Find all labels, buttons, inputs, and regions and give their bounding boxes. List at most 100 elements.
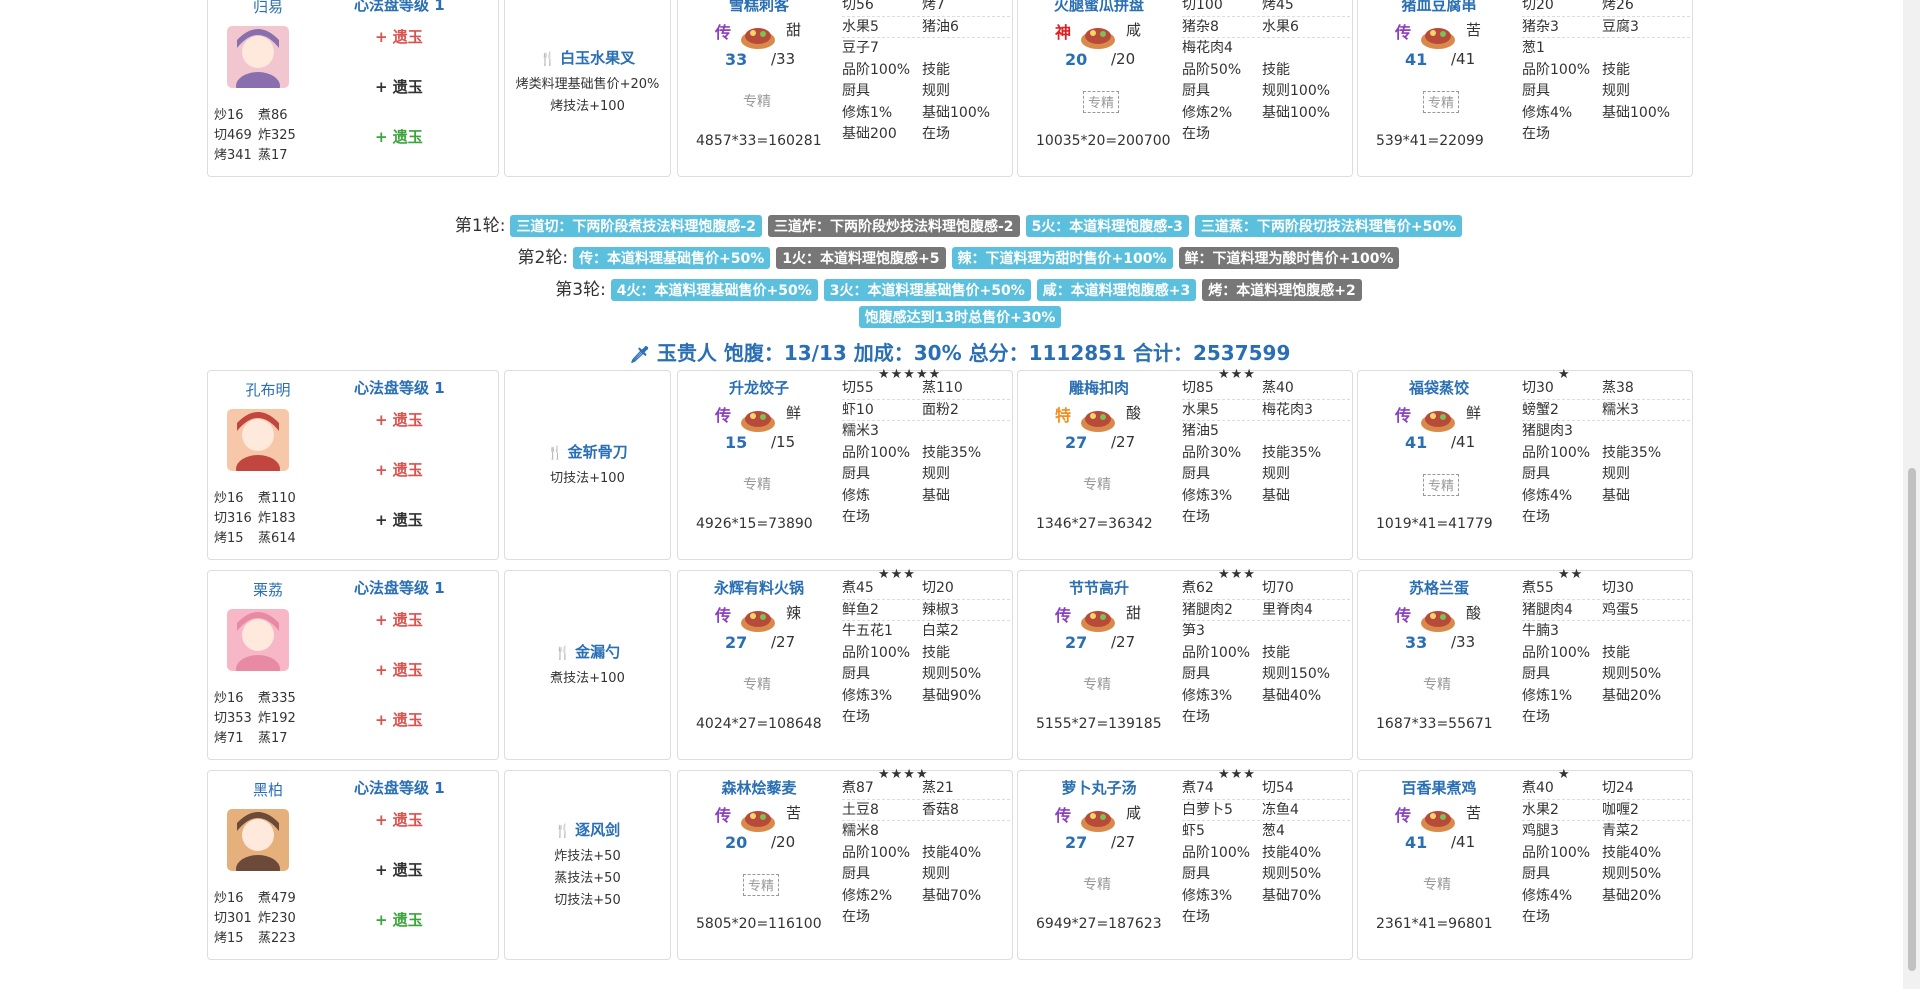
specialty-label[interactable]: 专精 [743, 474, 771, 494]
dish-quantity[interactable]: 41 [1405, 50, 1427, 69]
detail-cell: 厨具 [1522, 83, 1550, 99]
chef-name[interactable]: 栗荔 [242, 579, 294, 600]
chef-avatar [227, 809, 289, 871]
dish-image[interactable] [1079, 799, 1117, 835]
specialty-slot[interactable]: 专精 [1423, 91, 1459, 113]
chef-name[interactable]: 归易 [242, 0, 294, 17]
detail-cell [1262, 421, 1342, 443]
dish-quantity[interactable]: 41 [1405, 433, 1427, 452]
amber-slot[interactable]: + 遗玉 [375, 859, 423, 880]
heart-disk-level[interactable]: 心法盘等级 1 [354, 777, 445, 798]
detail-cell: 煮55 [1522, 580, 1554, 596]
dish-quantity[interactable]: 33 [725, 50, 747, 69]
specialty-label[interactable]: 专精 [1083, 874, 1111, 894]
dish-image[interactable] [1419, 799, 1457, 835]
equip-card[interactable]: 🍴 白玉水果叉 烤类料理基础售价+20% 烤技法+100 [504, 0, 671, 177]
amber-slot[interactable]: + 遗玉 [375, 709, 423, 730]
dish-image[interactable] [1419, 16, 1457, 52]
dish-name[interactable]: 猪血豆腐串 [1358, 0, 1520, 15]
dish-image[interactable] [1079, 16, 1117, 52]
dish-name[interactable]: 森林烩藜麦 [678, 777, 840, 798]
dish-name[interactable]: 雕梅扣肉 [1018, 377, 1180, 398]
dish-image[interactable] [1079, 399, 1117, 435]
specialty-label[interactable]: 专精 [1083, 674, 1111, 694]
amber-slot[interactable]: + 遗玉 [375, 609, 423, 630]
scrollbar[interactable] [1903, 0, 1920, 989]
amber-slot[interactable]: + 遗玉 [375, 76, 423, 97]
detail-row: 厨具 规则100% [1182, 81, 1350, 103]
dish-price-formula: 2361*41=96801 [1376, 916, 1493, 932]
heart-disk-level[interactable]: 心法盘等级 1 [354, 377, 445, 398]
detail-row: 品阶50% 技能 [1182, 60, 1350, 82]
dish-price-formula: 1019*41=41779 [1376, 516, 1493, 532]
specialty-label[interactable]: 专精 [743, 91, 771, 111]
dish-quantity[interactable]: 27 [725, 633, 747, 652]
detail-cell [922, 907, 1002, 929]
amber-slot[interactable]: + 遗玉 [375, 909, 423, 930]
specialty-label[interactable]: 专精 [743, 674, 771, 694]
detail-row: 品阶100% 技能35% [1522, 443, 1690, 465]
dish-quantity[interactable]: 15 [725, 433, 747, 452]
amber-slot[interactable]: + 遗玉 [375, 409, 423, 430]
dish-name[interactable]: 苏格兰蛋 [1358, 577, 1520, 598]
specialty-label[interactable]: 专精 [1423, 874, 1451, 894]
dish-image[interactable] [739, 599, 777, 635]
dish-quantity[interactable]: 27 [1065, 633, 1087, 652]
dish-quantity[interactable]: 27 [1065, 433, 1087, 452]
amber-slot[interactable]: + 遗玉 [375, 809, 423, 830]
dish-name[interactable]: 火腿蜜瓜拼盘 [1018, 0, 1180, 15]
detail-cell: 修炼3% [1182, 487, 1233, 504]
dish-quantity[interactable]: 41 [1405, 833, 1427, 852]
dish-image[interactable] [739, 799, 777, 835]
dish-flavor: 鲜 [1466, 404, 1482, 422]
dish-name[interactable]: 百香果煮鸡 [1358, 777, 1520, 798]
equip-card[interactable]: 🍴 逐风剑 炸技法+50 蒸技法+50 切技法+50 [504, 770, 671, 960]
scrollbar-thumb[interactable] [1908, 468, 1916, 971]
dish-quantity[interactable]: 33 [1405, 633, 1427, 652]
amber-slot[interactable]: + 遗玉 [375, 459, 423, 480]
equip-card[interactable]: 🍴 金漏勺 煮技法+100 [504, 570, 671, 760]
dish-image[interactable] [1419, 399, 1457, 435]
amber-slot[interactable]: + 遗玉 [375, 509, 423, 530]
dish-name[interactable]: 福袋蒸饺 [1358, 377, 1520, 398]
detail-cell: 切54 [1262, 780, 1294, 796]
dish-price-formula: 6949*27=187623 [1036, 916, 1162, 932]
chef-name[interactable]: 黑柏 [242, 779, 294, 800]
dish-image[interactable] [1079, 599, 1117, 635]
detail-cell: 在场 [922, 126, 950, 142]
detail-cell: 在场 [842, 509, 870, 525]
equip-card[interactable]: 🍴 金斩骨刀 切技法+100 [504, 370, 671, 560]
amber-slot[interactable]: + 遗玉 [375, 659, 423, 680]
amber-slot[interactable]: + 遗玉 [375, 126, 423, 147]
dish-image[interactable] [739, 16, 777, 52]
specialty-label[interactable]: 专精 [1083, 474, 1111, 494]
detail-cell: 在场 [842, 709, 870, 725]
dish-name[interactable]: 萝卜丸子汤 [1018, 777, 1180, 798]
dish-quantity[interactable]: 27 [1065, 833, 1087, 852]
top-chef-row: 归易 炒16 煮86 切469 炸325 烤341 蒸17 心法盘等级 1 + 遗玉 + 遗玉 + … [207, 0, 1695, 177]
dish-quantity[interactable]: 20 [1065, 50, 1087, 69]
detail-row: 品阶100% 技能40% [1522, 843, 1690, 865]
specialty-label[interactable]: 专精 [1423, 674, 1451, 694]
dish-name[interactable]: 雪糕刺客 [678, 0, 840, 15]
specialty-slot[interactable]: 专精 [1083, 91, 1119, 113]
dish-image[interactable] [1419, 599, 1457, 635]
equip-info: 🍴 白玉水果叉 烤类料理基础售价+20% 烤技法+100 [505, 0, 670, 176]
chef-card: 归易 炒16 煮86 切469 炸325 烤341 蒸17 心法盘等级 1 + 遗玉 + 遗玉 + … [207, 0, 499, 177]
dish-name[interactable]: 永辉有料火锅 [678, 577, 840, 598]
specialty-slot[interactable]: 专精 [743, 874, 779, 896]
dish-name[interactable]: 升龙饺子 [678, 377, 840, 398]
round-label: 第1轮: [454, 216, 506, 236]
chef-skill: 炒16 [214, 691, 244, 706]
detail-row: 笋3 [1182, 621, 1350, 643]
heart-disk-level[interactable]: 心法盘等级 1 [354, 577, 445, 598]
specialty-slot[interactable]: 专精 [1423, 474, 1459, 496]
detail-cell: 基础100% [922, 104, 991, 121]
amber-slot[interactable]: + 遗玉 [375, 26, 423, 47]
dish-name[interactable]: 节节高升 [1018, 577, 1180, 598]
dish-image[interactable] [739, 399, 777, 435]
chef-name[interactable]: 孔布明 [242, 379, 294, 400]
effect-tag: 4火：本道料理基础售价+50% [610, 279, 818, 301]
heart-disk-level[interactable]: 心法盘等级 1 [354, 0, 445, 15]
dish-quantity[interactable]: 20 [725, 833, 747, 852]
